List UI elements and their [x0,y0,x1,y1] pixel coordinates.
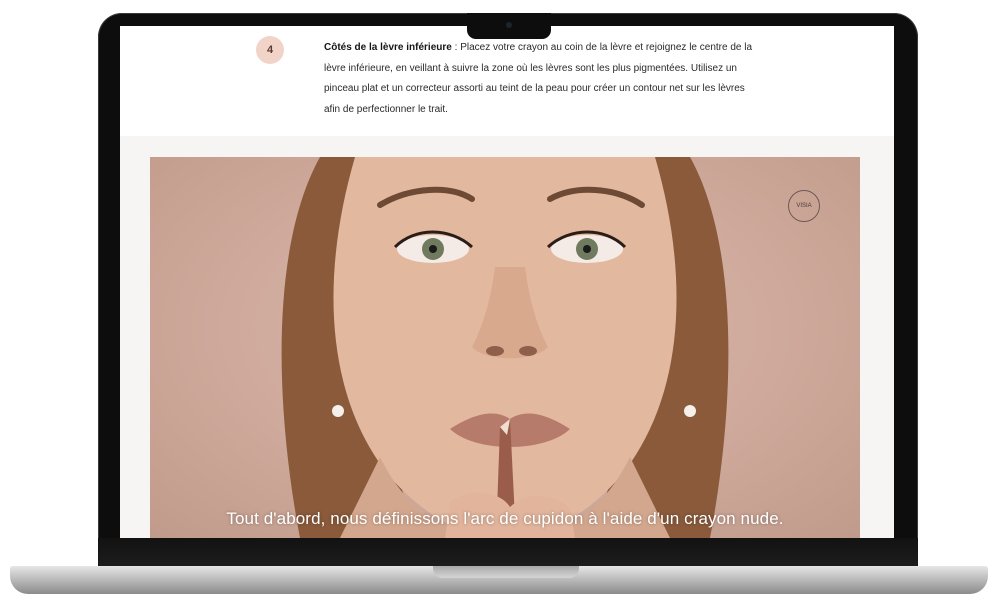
step-number-badge: 4 [256,36,284,64]
left-earring [332,405,344,417]
bottom-bezel [98,538,918,568]
video-frame-illustration [281,157,729,538]
right-pupil [583,245,591,253]
brand-logo-badge: VISIA [788,190,820,222]
left-nostril [486,346,504,356]
laptop-opening-notch [433,566,579,578]
step-title: Côtés de la lèvre inférieure [324,42,452,53]
step-separator: : [451,42,461,53]
video-subtitle: Tout d'abord, nous définissons l'arc de … [226,509,784,528]
laptop-screen: 4 Côtés de la lèvre inférieure : Placez … [120,26,894,538]
step-description: Côtés de la lèvre inférieure : Placez vo… [324,38,754,120]
right-nostril [519,346,537,356]
tutorial-video[interactable]: VISIA Tout d'abord, nous définissons l'a… [150,157,860,538]
right-earring [684,405,696,417]
webcam-icon [506,22,512,28]
step-card: 4 Côtés de la lèvre inférieure : Placez … [120,26,894,136]
left-pupil [429,245,437,253]
